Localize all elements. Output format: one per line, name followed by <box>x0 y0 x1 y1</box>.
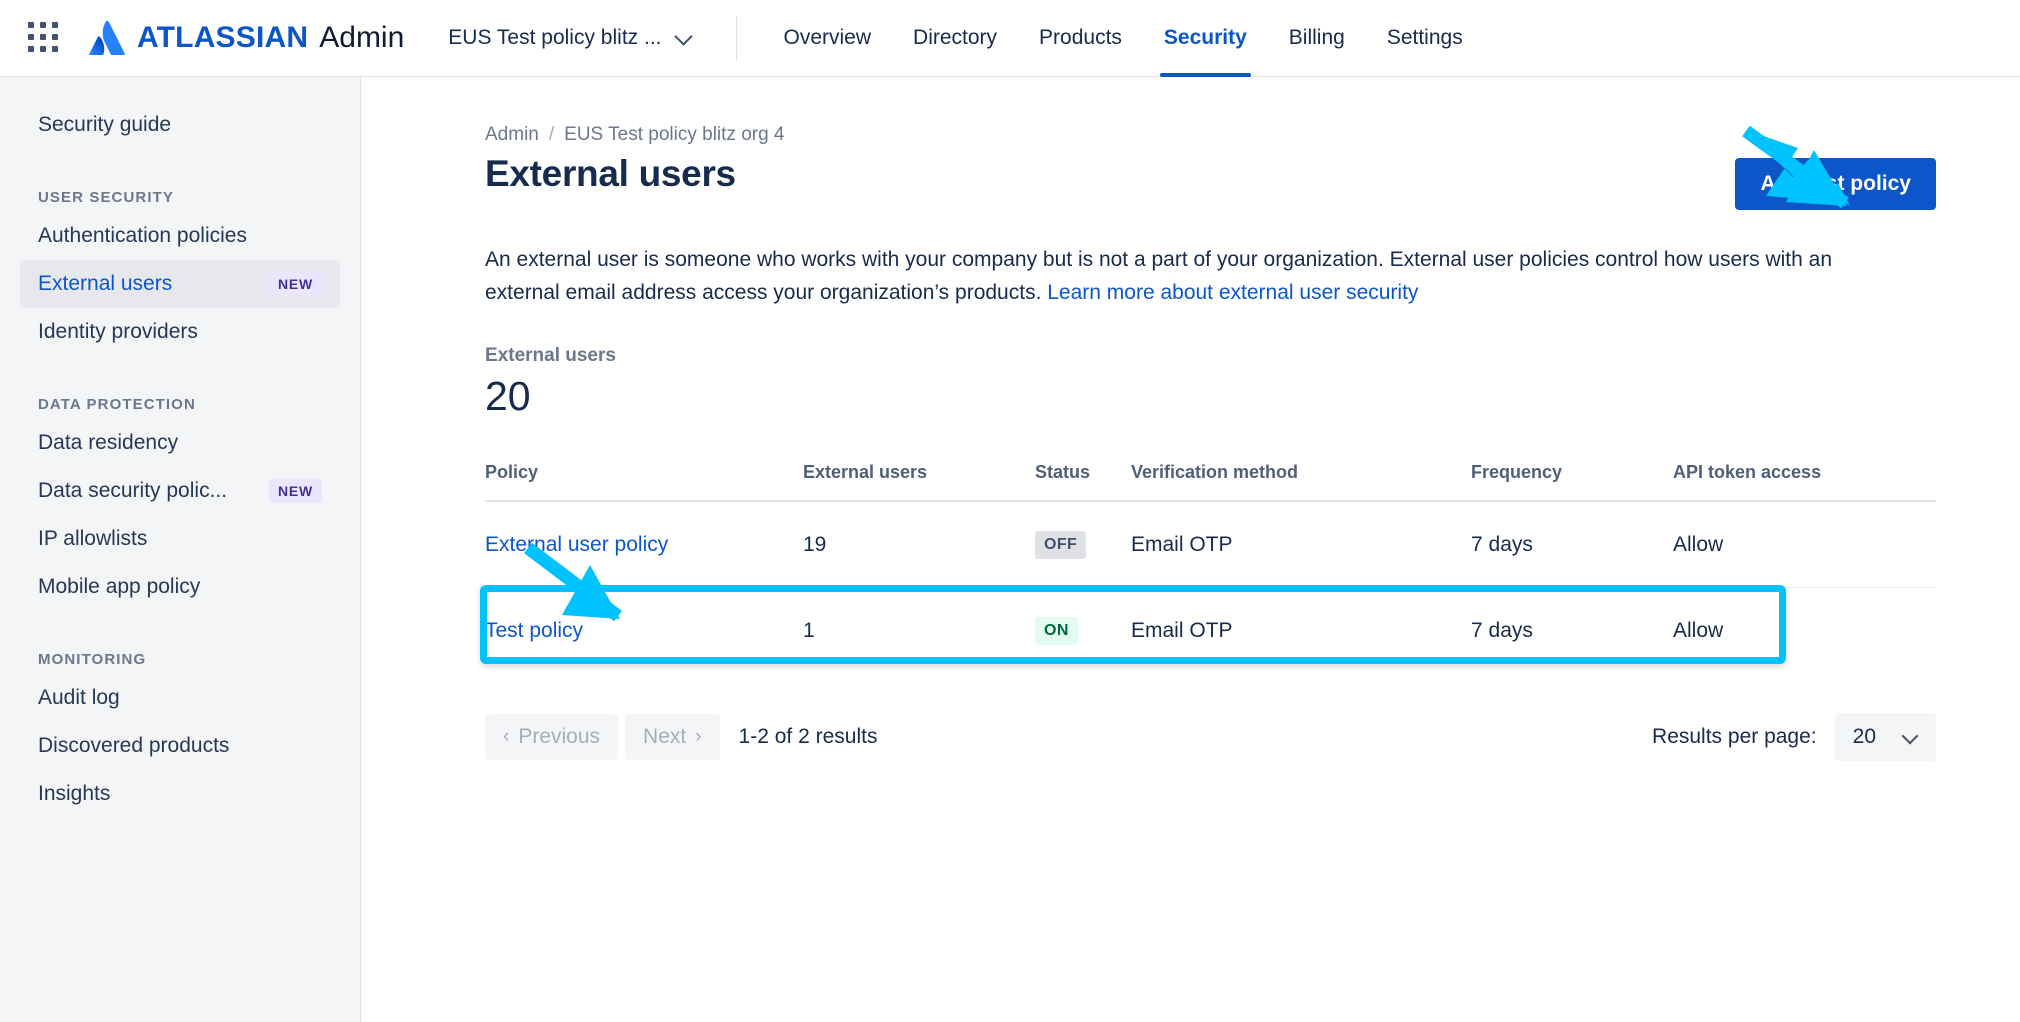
page-header-row: External users Add test policy <box>485 153 1936 210</box>
sidebar-badge-new: NEW <box>269 479 322 503</box>
sidebar-badge-new: NEW <box>269 272 322 296</box>
sidebar-item-insights[interactable]: Insights <box>20 770 340 818</box>
atlassian-admin-logo[interactable]: ATLASSIAN Admin <box>88 21 404 55</box>
sidebar-item-mobile-app-policy[interactable]: Mobile app policy <box>20 563 340 611</box>
sidebar-group-data-protection: DATA PROTECTION <box>20 396 340 413</box>
sidebar-item-label: Audit log <box>38 686 120 710</box>
pagination-bar: ‹ Previous Next › 1-2 of 2 results Resul… <box>485 713 1936 761</box>
sidebar-item-identity-providers[interactable]: Identity providers <box>20 308 340 356</box>
results-per-page-group: Results per page: 20 <box>1652 713 1936 761</box>
tab-security[interactable]: Security <box>1143 0 1268 77</box>
main-content: Admin / EUS Test policy blitz org 4 Exte… <box>361 77 2020 1022</box>
page-description: An external user is someone who works wi… <box>485 244 1905 309</box>
next-page-label: Next <box>643 725 686 749</box>
results-per-page-value: 20 <box>1853 725 1876 749</box>
sidebar-item-discovered-products[interactable]: Discovered products <box>20 722 340 770</box>
cell-external-users: 1 <box>803 588 1035 674</box>
table-row[interactable]: External user policy 19 OFF Email OTP 7 … <box>485 501 1936 588</box>
brand-subtitle: Admin <box>319 21 404 55</box>
chevron-right-icon: › <box>695 726 701 748</box>
status-badge-off: OFF <box>1035 531 1086 559</box>
sidebar-item-external-users[interactable]: External users NEW <box>20 260 340 308</box>
sidebar-item-label: External users <box>38 272 172 296</box>
next-page-button[interactable]: Next › <box>625 714 720 760</box>
policy-link-external-user-policy[interactable]: External user policy <box>485 533 668 556</box>
sidebar-item-authentication-policies[interactable]: Authentication policies <box>20 212 340 260</box>
cell-verification-method: Email OTP <box>1131 588 1471 674</box>
sidebar-item-label: Data residency <box>38 431 178 455</box>
brand-name: ATLASSIAN <box>137 21 308 55</box>
sidebar-item-label: Mobile app policy <box>38 575 200 599</box>
column-header-status: Status <box>1035 462 1131 501</box>
chevron-down-icon <box>676 28 692 44</box>
sidebar-item-security-guide[interactable]: Security guide <box>20 101 340 149</box>
breadcrumb-admin[interactable]: Admin <box>485 124 539 146</box>
atlassian-logo-icon <box>88 21 126 55</box>
sidebar-item-ip-allowlists[interactable]: IP allowlists <box>20 515 340 563</box>
cell-status: ON <box>1035 588 1131 674</box>
breadcrumb: Admin / EUS Test policy blitz org 4 <box>485 124 1936 146</box>
status-badge-on: ON <box>1035 617 1078 645</box>
sidebar-item-label: Identity providers <box>38 320 198 344</box>
cell-frequency: 7 days <box>1471 501 1673 588</box>
add-test-policy-button[interactable]: Add test policy <box>1735 158 1936 210</box>
table-header-row: Policy External users Status Verificatio… <box>485 462 1936 501</box>
security-sidebar: Security guide USER SECURITY Authenticat… <box>0 77 361 1022</box>
column-header-policy: Policy <box>485 462 803 501</box>
learn-more-link[interactable]: Learn more about external user security <box>1047 281 1418 304</box>
column-header-external-users: External users <box>803 462 1035 501</box>
cell-external-users: 19 <box>803 501 1035 588</box>
table-row[interactable]: Test policy 1 ON Email OTP 7 days Allow <box>485 588 1936 674</box>
primary-tabs: Overview Directory Products Security Bil… <box>763 0 1484 77</box>
chevron-left-icon: ‹ <box>503 726 509 748</box>
column-header-api-token-access: API token access <box>1673 462 1936 501</box>
external-users-stat-value: 20 <box>485 373 1936 420</box>
column-header-verification: Verification method <box>1131 462 1471 501</box>
tab-overview[interactable]: Overview <box>763 0 893 77</box>
tab-directory[interactable]: Directory <box>892 0 1018 77</box>
pagination-controls: ‹ Previous Next › 1-2 of 2 results <box>485 714 877 760</box>
sidebar-item-label: Insights <box>38 782 110 806</box>
topbar-divider <box>736 15 737 61</box>
results-count-text: 1-2 of 2 results <box>739 725 878 749</box>
sidebar-group-user-security: USER SECURITY <box>20 189 340 206</box>
tab-settings[interactable]: Settings <box>1366 0 1484 77</box>
cell-policy-name: External user policy <box>485 501 803 588</box>
cell-frequency: 7 days <box>1471 588 1673 674</box>
results-per-page-label: Results per page: <box>1652 725 1817 749</box>
results-per-page-select[interactable]: 20 <box>1835 713 1936 761</box>
chevron-down-icon <box>1904 730 1918 744</box>
tab-billing[interactable]: Billing <box>1268 0 1366 77</box>
previous-page-button[interactable]: ‹ Previous <box>485 714 618 760</box>
org-switcher-label: EUS Test policy blitz ... <box>448 26 661 50</box>
cell-api-token-access: Allow <box>1673 588 1936 674</box>
previous-page-label: Previous <box>518 725 600 749</box>
top-navigation-bar: ATLASSIAN Admin EUS Test policy blitz ..… <box>0 0 2020 77</box>
cell-verification-method: Email OTP <box>1131 501 1471 588</box>
sidebar-item-label: Authentication policies <box>38 224 247 248</box>
cell-api-token-access: Allow <box>1673 501 1936 588</box>
policy-link-test-policy[interactable]: Test policy <box>485 619 583 642</box>
sidebar-group-monitoring: MONITORING <box>20 651 340 668</box>
sidebar-item-data-residency[interactable]: Data residency <box>20 419 340 467</box>
sidebar-item-data-security-policies[interactable]: Data security polic... NEW <box>20 467 340 515</box>
breadcrumb-current-org[interactable]: EUS Test policy blitz org 4 <box>564 124 784 146</box>
column-header-frequency: Frequency <box>1471 462 1673 501</box>
grid-apps-icon[interactable] <box>28 22 60 54</box>
sidebar-item-label: Security guide <box>38 113 171 137</box>
breadcrumb-separator: / <box>549 124 554 146</box>
cell-policy-name: Test policy <box>485 588 803 674</box>
policies-table-head: Policy External users Status Verificatio… <box>485 462 1936 501</box>
external-users-stat-label: External users <box>485 345 1936 367</box>
policies-table-body: External user policy 19 OFF Email OTP 7 … <box>485 501 1936 673</box>
policies-table: Policy External users Status Verificatio… <box>485 462 1936 673</box>
cell-status: OFF <box>1035 501 1131 588</box>
sidebar-item-audit-log[interactable]: Audit log <box>20 674 340 722</box>
org-switcher[interactable]: EUS Test policy blitz ... <box>448 26 691 50</box>
page-title: External users <box>485 153 736 195</box>
tab-products[interactable]: Products <box>1018 0 1143 77</box>
sidebar-item-label: Data security polic... <box>38 479 227 503</box>
sidebar-item-label: IP allowlists <box>38 527 147 551</box>
sidebar-item-label: Discovered products <box>38 734 229 758</box>
